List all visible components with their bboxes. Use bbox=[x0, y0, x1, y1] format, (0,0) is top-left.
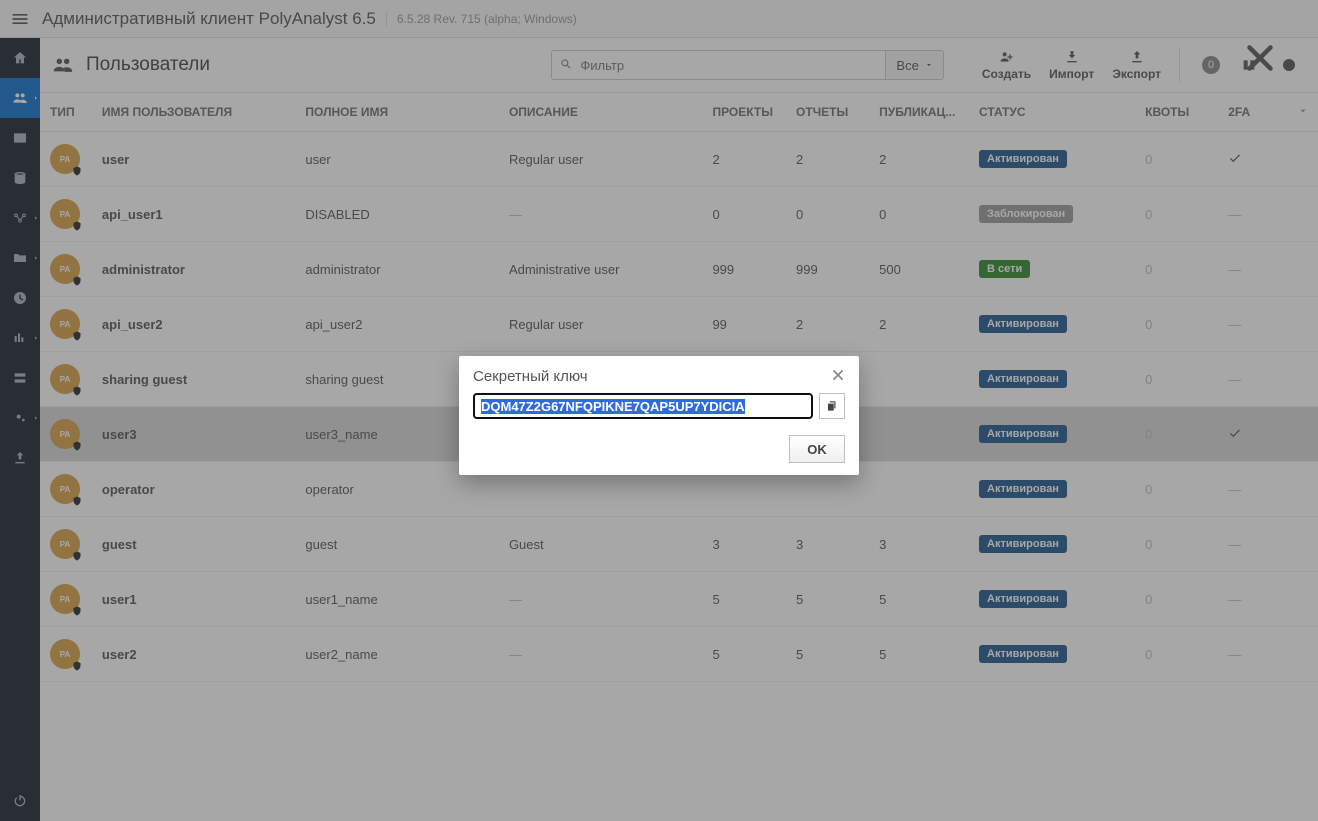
dialog-close-button[interactable] bbox=[831, 368, 845, 385]
secret-key-dialog: Секретный ключ OK bbox=[459, 356, 859, 475]
modal-overlay[interactable]: Секретный ключ OK bbox=[0, 0, 1318, 821]
overlay-large-x-icon bbox=[1242, 40, 1278, 76]
secret-key-input[interactable] bbox=[473, 393, 813, 419]
copy-icon bbox=[825, 399, 839, 413]
copy-button[interactable] bbox=[819, 393, 845, 419]
ok-button[interactable]: OK bbox=[789, 435, 845, 463]
dialog-title: Секретный ключ bbox=[473, 368, 588, 385]
close-icon bbox=[831, 368, 845, 382]
